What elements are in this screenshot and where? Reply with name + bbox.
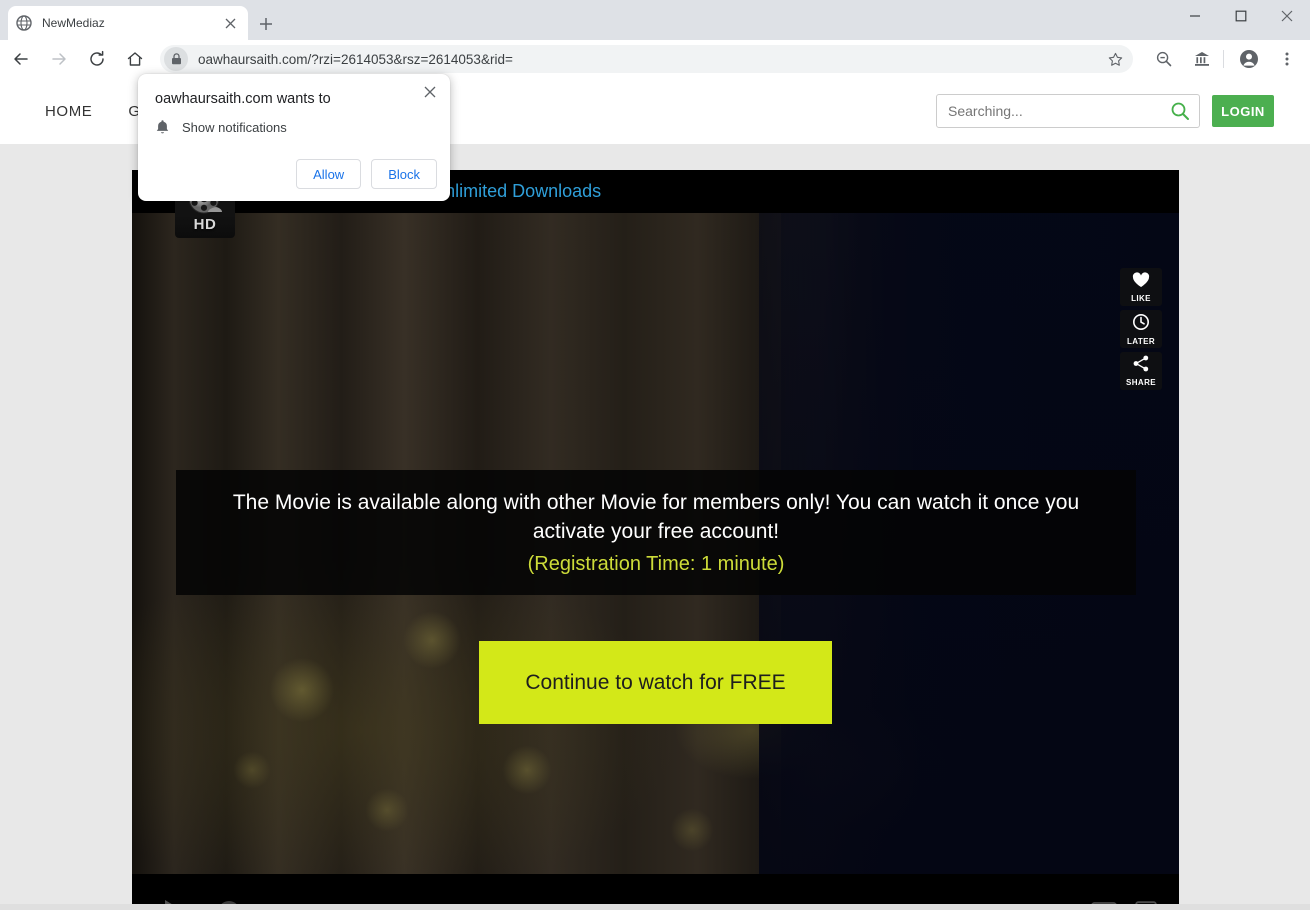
- block-button[interactable]: Block: [371, 159, 437, 189]
- notification-permission-bubble: oawhaursaith.com wants to Show notificat…: [138, 74, 450, 201]
- forward-arrow-icon[interactable]: [42, 42, 76, 76]
- browser-tab[interactable]: NewMediaz: [8, 6, 248, 40]
- search-input[interactable]: [937, 103, 1161, 119]
- like-label: LIKE: [1131, 293, 1151, 303]
- lock-icon: [164, 47, 188, 71]
- continue-watch-free-button[interactable]: Continue to watch for FREE: [479, 641, 832, 724]
- back-arrow-icon[interactable]: [4, 42, 38, 76]
- search-box[interactable]: [936, 94, 1200, 128]
- nav-link-home[interactable]: HOME: [45, 103, 92, 120]
- three-dot-menu-icon[interactable]: [1270, 42, 1304, 76]
- login-button[interactable]: LOGIN: [1212, 95, 1274, 127]
- close-icon[interactable]: [1264, 0, 1310, 32]
- reload-icon[interactable]: [80, 42, 114, 76]
- overlay-message: The Movie is available along with other …: [232, 491, 1080, 543]
- later-label: LATER: [1126, 336, 1156, 346]
- play-icon[interactable]: [152, 889, 198, 904]
- share-button[interactable]: SHARE: [1120, 352, 1162, 390]
- volume-icon[interactable]: [1049, 901, 1073, 904]
- allow-button[interactable]: Allow: [296, 159, 362, 189]
- profile-avatar-icon[interactable]: [1232, 42, 1266, 76]
- members-only-overlay: The Movie is available along with other …: [176, 470, 1136, 595]
- share-icon: [1132, 355, 1150, 377]
- video-controls-right: [1049, 901, 1179, 904]
- video-player[interactable]: HD Streaming - 720p - Unlimited Download…: [132, 170, 1179, 904]
- reel-badge-label: HD: [193, 216, 217, 233]
- new-tab-icon[interactable]: [252, 10, 280, 38]
- permission-close-icon[interactable]: [419, 81, 441, 103]
- browser-toolbar: oawhaursaith.com/?rzi=2614053&rsz=261405…: [0, 40, 1310, 78]
- video-controls: [132, 874, 1179, 904]
- like-button[interactable]: LIKE: [1120, 268, 1162, 306]
- cta-label: Continue to watch for FREE: [525, 670, 786, 694]
- window-controls: [1172, 0, 1310, 40]
- home-icon[interactable]: [118, 42, 152, 76]
- permission-text: Show notifications: [182, 119, 287, 135]
- fullscreen-icon[interactable]: [1135, 901, 1157, 904]
- overlay-registration-note: (Registration Time: 1 minute): [527, 552, 785, 575]
- minimize-icon[interactable]: [1172, 0, 1218, 32]
- header-right: LOGIN: [936, 94, 1310, 128]
- zoom-out-icon[interactable]: [1147, 42, 1181, 76]
- clock-icon: [1132, 313, 1150, 336]
- globe-icon: [16, 15, 32, 31]
- maximize-icon[interactable]: [1218, 0, 1264, 32]
- browser-window: NewMediaz oawhaursaith.com/?rzi=2614053&…: [0, 0, 1310, 910]
- progress-handle[interactable]: [218, 901, 240, 904]
- address-bar[interactable]: oawhaursaith.com/?rzi=2614053&rsz=261405…: [160, 45, 1133, 73]
- toolbar-divider: [1223, 50, 1224, 68]
- permission-title: oawhaursaith.com wants to: [155, 91, 331, 107]
- progress-scrubber[interactable]: [206, 901, 1035, 904]
- later-button[interactable]: LATER: [1120, 310, 1162, 348]
- video-side-actions: LIKE LATER SHARE: [1120, 268, 1162, 390]
- permission-actions: Allow Block: [296, 159, 437, 189]
- bell-icon: [155, 119, 170, 135]
- tab-strip: NewMediaz: [0, 0, 1310, 40]
- url-text: oawhaursaith.com/?rzi=2614053&rsz=261405…: [198, 51, 513, 67]
- heart-icon: [1132, 271, 1150, 293]
- toolbar-right-actions: [1143, 42, 1310, 76]
- bank-icon[interactable]: [1185, 42, 1219, 76]
- page-content: HOME GENRE REQUEST LOGIN: [0, 78, 1310, 904]
- search-icon[interactable]: [1161, 95, 1199, 127]
- cc-icon[interactable]: [1091, 902, 1117, 904]
- tab-close-icon[interactable]: [220, 13, 240, 33]
- share-label: SHARE: [1125, 378, 1156, 387]
- star-icon[interactable]: [1103, 47, 1127, 71]
- permission-request-row: Show notifications: [155, 119, 287, 135]
- tab-title: NewMediaz: [42, 16, 105, 30]
